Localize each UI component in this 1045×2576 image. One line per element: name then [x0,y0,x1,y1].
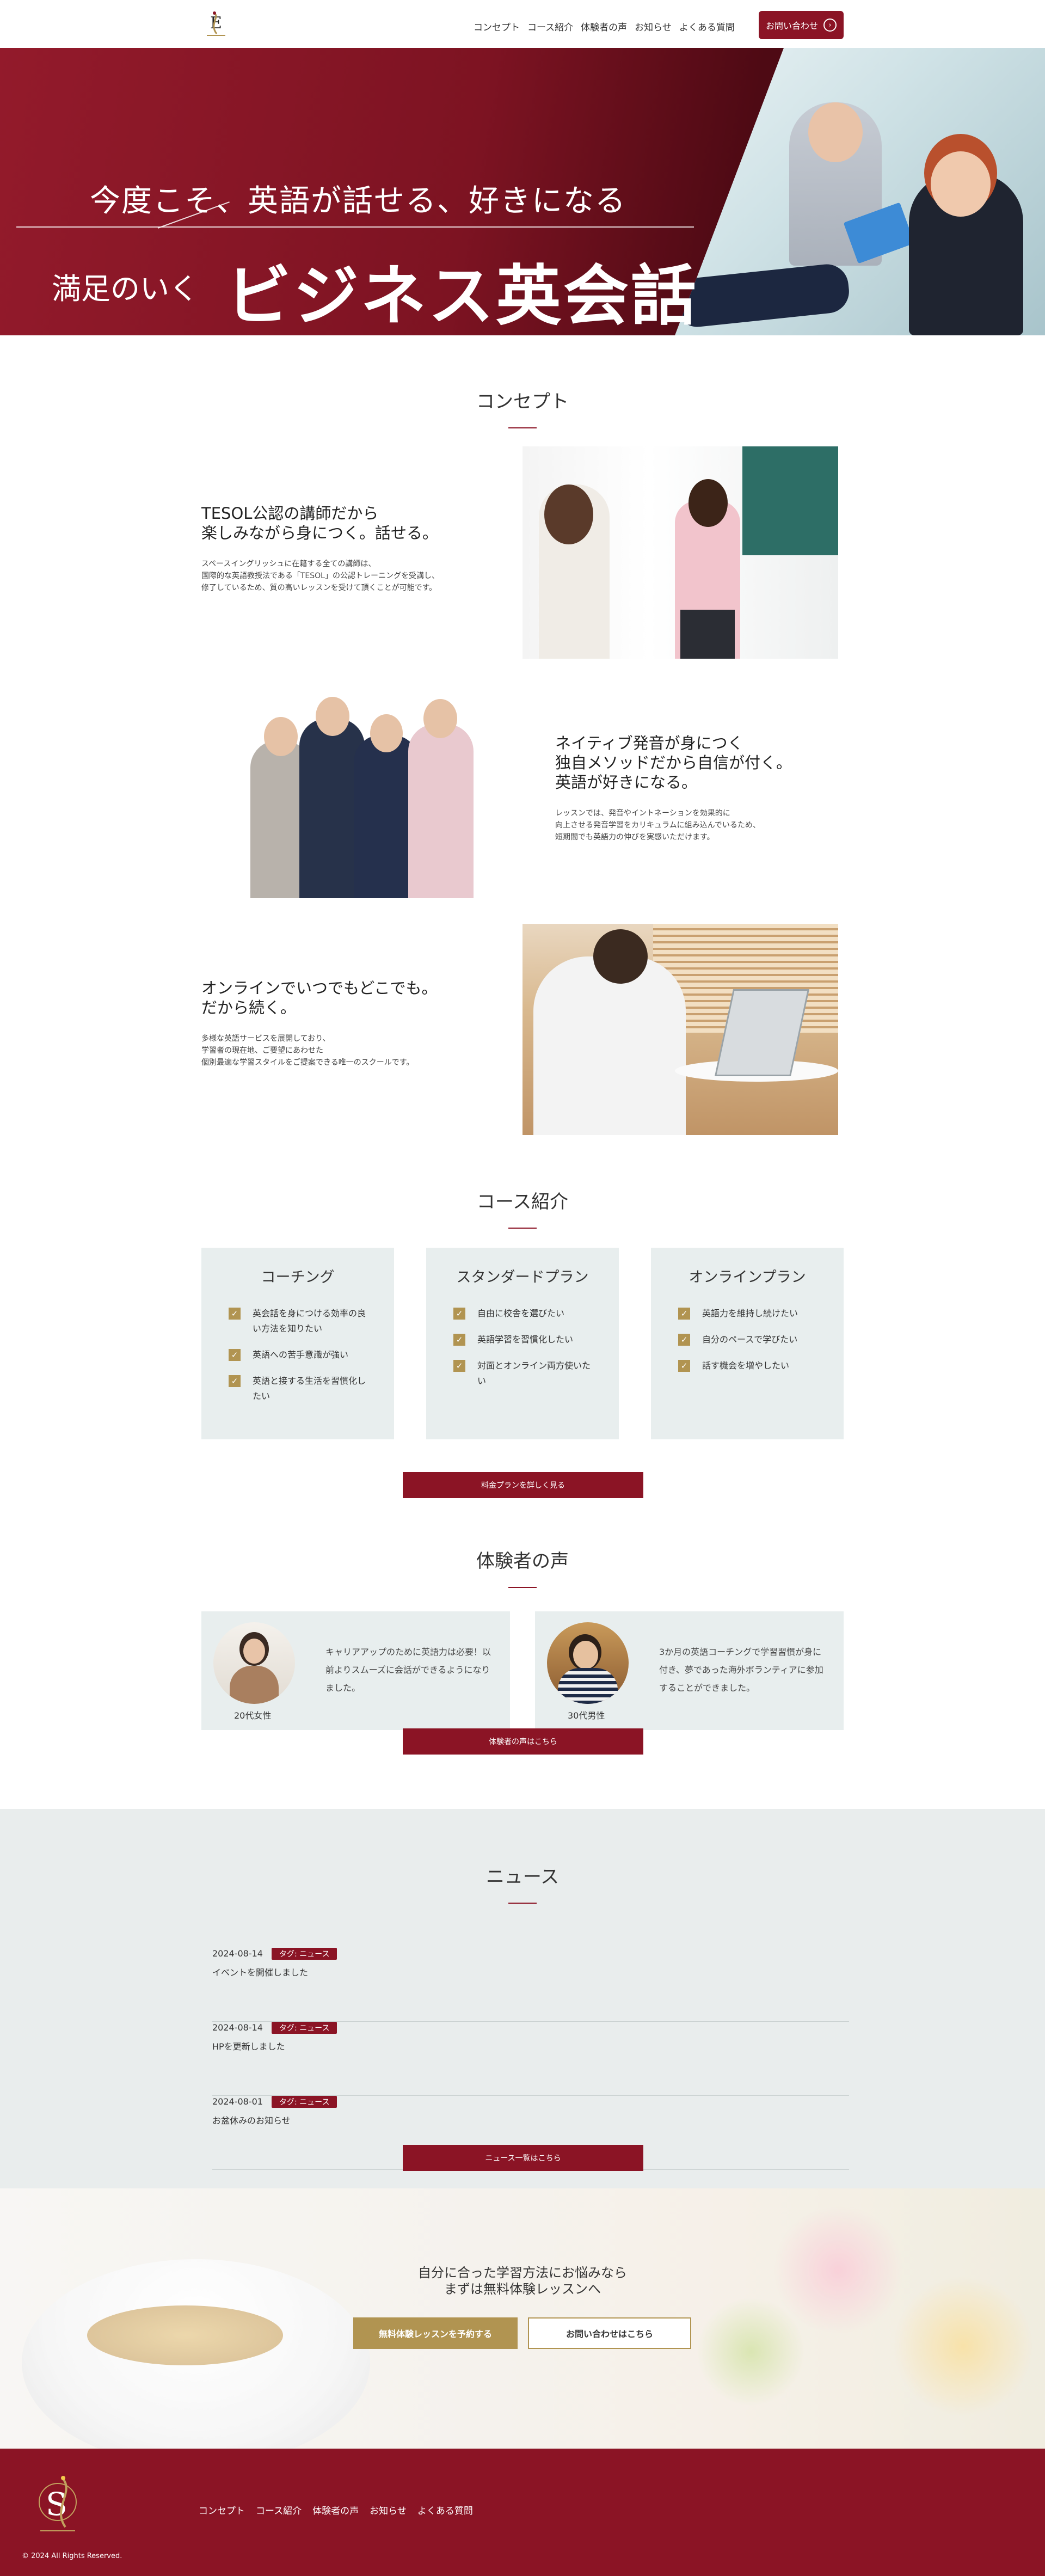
cta-text: 自分に合った学習方法にお悩みなら まずは無料体験レッスンへ [418,2265,627,2297]
news-section-title: ニュース [0,1862,1045,1904]
check-icon: ✓ [229,1375,241,1387]
pricing-button[interactable]: 料金プランを詳しく見る [403,1472,643,1498]
check-icon: ✓ [229,1308,241,1320]
nav-courses[interactable]: コース紹介 [527,20,573,33]
course-features: ✓ 英会話を身につける効率の良い方法を知りたい ✓ 英語への苦手意識が強い ✓ 英語と… [201,1286,394,1404]
concept-text: スペースイングリッシュに在籍する全ての講師は、 国際的な英語教授法である「TES… [201,560,439,592]
course-feature: ✓ 英語力を維持し続けたい [678,1306,822,1321]
hero-banner: 今度こそ、英語が話せる、好きになる 満足のいく ビジネス英会話 [0,48,1045,335]
course-card-standard[interactable]: スタンダードプラン ✓ 自由に校舎を選びたい ✓ 英語学習を習慣化したい ✓ 対面とオ… [426,1248,619,1439]
svg-text:S: S [46,2486,67,2523]
main-nav: コンセプト コース紹介 体験者の声 お知らせ よくある質問 [474,20,735,33]
title-rule [508,1587,537,1588]
course-features: ✓ 英語力を維持し続けたい ✓ 自分のペースで学びたい ✓ 話す機会を増やしたい [651,1286,844,1373]
copyright: © 2024 All Rights Reserved. [22,2552,122,2560]
contact-label: お問い合わせ [765,21,818,31]
news-tag[interactable]: タグ: ニュース [271,1948,337,1960]
voice-text: 3か月の英語コーチングで学習習慣が身に付き、夢であった海外ボランティアに参加する… [659,1647,823,1693]
nav-concept[interactable]: コンセプト [474,20,520,33]
concept-photo-online [522,924,838,1135]
voice-meta: 20代女性 [234,1710,272,1721]
course-feature: ✓ 自分のペースで学びたい [678,1332,822,1347]
concept-section-title: コンセプト [0,387,1045,428]
course-feature: ✓ 英語学習を習慣化したい [453,1332,597,1347]
news-title: HPを更新しました [212,2041,285,2052]
inquiry-button[interactable]: お問い合わせはこちら [528,2317,691,2349]
title-rule [508,1903,537,1904]
news-date: 2024-08-14 [212,1948,263,1959]
course-feature: ✓ 対面とオンライン両方使いたい [453,1358,597,1389]
hero-title: ビジネス英会話 [226,259,698,334]
news-item[interactable]: 2024-08-14 タグ: ニュース HPを更新しました [212,2022,849,2096]
voices-button[interactable]: 体験者の声はこちら [403,1728,643,1755]
course-feature: ✓ 英会話を身につける効率の良い方法を知りたい [229,1306,372,1336]
chevron-right-icon: › [823,19,837,32]
check-icon: ✓ [678,1360,690,1372]
check-icon: ✓ [229,1349,241,1361]
avatar [213,1622,295,1704]
news-date: 2024-08-01 [212,2096,263,2107]
voice-card-1: 20代女性 キャリアアップのために英語力は必要！以前よりスムーズに会話ができるよ… [201,1611,510,1730]
footer-nav-news[interactable]: お知らせ [370,2503,407,2517]
cta-section: 自分に合った学習方法にお悩みなら まずは無料体験レッスンへ 無料体験レッスンを予… [0,2188,1045,2449]
course-feature: ✓ 話す機会を増やしたい [678,1358,822,1373]
concept-heading: オンラインでいつでもどこでも。 だから続く。 [201,979,438,1017]
hero-divider [16,226,694,228]
nav-news[interactable]: お知らせ [635,20,672,33]
news-title: お盆休みのお知らせ [212,2115,291,2126]
footer-nav-faq[interactable]: よくある質問 [417,2503,473,2517]
check-icon: ✓ [678,1334,690,1346]
avatar [547,1622,629,1704]
voice-meta: 30代男性 [568,1710,605,1721]
news-tag[interactable]: タグ: ニュース [271,2096,337,2108]
check-icon: ✓ [453,1334,465,1346]
logo-icon[interactable]: E [204,10,229,38]
courses-section-title: コース紹介 [0,1187,1045,1229]
news-tag[interactable]: タグ: ニュース [271,2022,337,2034]
contact-button[interactable]: お問い合わせ › [759,11,844,39]
news-item[interactable]: 2024-08-14 タグ: ニュース イベントを開催しました [212,1948,849,2022]
title-rule [508,427,537,428]
news-list-button[interactable]: ニュース一覧はこちら [403,2145,643,2171]
voices-section-title: 体験者の声 [0,1546,1045,1588]
check-icon: ✓ [453,1308,465,1320]
nav-faq[interactable]: よくある質問 [679,20,735,33]
check-icon: ✓ [453,1360,465,1372]
footer-nav-courses[interactable]: コース紹介 [256,2503,302,2517]
footer-nav: コンセプト コース紹介 体験者の声 お知らせ よくある質問 [199,2503,473,2517]
concept-text: レッスンでは、発音やイントネーションを効果的に 向上させる発音学習をカリキュラム… [555,809,760,842]
hero-prefix: 満足のいく [52,272,199,306]
check-icon: ✓ [678,1308,690,1320]
concept-photo-team [207,687,517,898]
course-card-online[interactable]: オンラインプラン ✓ 英語力を維持し続けたい ✓ 自分のペースで学びたい ✓ 話す機会… [651,1248,844,1439]
course-feature: ✓ 英語と接する生活を習慣化したい [229,1373,372,1404]
news-date: 2024-08-14 [212,2022,263,2033]
concept-heading: ネイティブ発音が身につく 独自メソッドだから自信が付く。 英語が好きになる。 [555,734,792,792]
course-name: コーチング [261,1269,335,1286]
voice-card-2: 30代男性 3か月の英語コーチングで学習習慣が身に付き、夢であった海外ボランティ… [535,1611,844,1730]
course-features: ✓ 自由に校舎を選びたい ✓ 英語学習を習慣化したい ✓ 対面とオンライン両方使いたい [426,1286,619,1389]
trial-lesson-button[interactable]: 無料体験レッスンを予約する [353,2317,518,2349]
nav-voices[interactable]: 体験者の声 [581,20,627,33]
concept-text: 多様な英語サービスを展開しており、 学習者の現在地、ご要望にあわせた 個別最適な… [201,1034,414,1067]
site-header: E コンセプト コース紹介 体験者の声 お知らせ よくある質問 お問い合わせ › [0,0,1045,48]
news-title: イベントを開催しました [212,1967,309,1978]
footer-nav-concept[interactable]: コンセプト [199,2503,245,2517]
title-rule [508,1228,537,1229]
course-card-coaching[interactable]: コーチング ✓ 英会話を身につける効率の良い方法を知りたい ✓ 英語への苦手意識が強… [201,1248,394,1439]
voice-text: キャリアアップのために英語力は必要！以前よりスムーズに会話ができるようになりまし… [325,1647,491,1693]
footer-nav-voices[interactable]: 体験者の声 [312,2503,359,2517]
concept-photo-teacher [522,446,838,659]
hero-subtitle: 今度こそ、英語が話せる、好きになる [90,183,626,219]
site-footer: S コンセプト コース紹介 体験者の声 お知らせ よくある質問 © 2024 A… [0,2449,1045,2576]
footer-logo-icon[interactable]: S [30,2470,85,2541]
course-feature: ✓ 英語への苦手意識が強い [229,1347,372,1363]
concept-heading: TESOL公認の講師だから 楽しみながら身につく。話せる。 [201,504,439,542]
course-name: オンラインプラン [689,1269,806,1286]
course-name: スタンダードプラン [456,1269,589,1286]
course-feature: ✓ 自由に校舎を選びたい [453,1306,597,1321]
